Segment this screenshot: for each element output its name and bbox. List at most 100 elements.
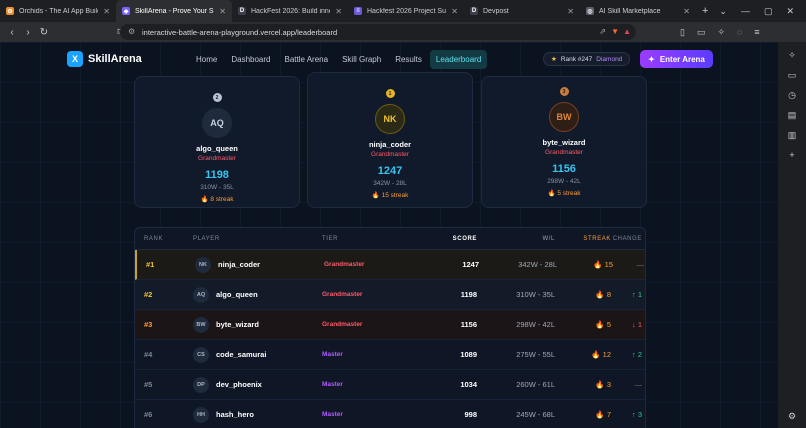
side-tabs-icon[interactable]: ▭ bbox=[788, 70, 797, 81]
tab-close-icon[interactable]: ✕ bbox=[103, 7, 110, 16]
minimize-button[interactable]: — bbox=[741, 6, 750, 16]
player-name[interactable]: hash_hero bbox=[216, 410, 254, 419]
nav-skill-graph[interactable]: Skill Graph bbox=[336, 50, 387, 69]
tier-cell: Grandmaster bbox=[324, 261, 365, 268]
column-header: CHANGE bbox=[612, 235, 642, 242]
player-score: 1198 bbox=[205, 169, 229, 181]
maximize-button[interactable]: ▢ bbox=[764, 6, 773, 17]
table-row[interactable]: #1 NK ninja_coder Grandmaster 1247 342W - 28L… bbox=[135, 250, 645, 280]
share-icon[interactable]: ⇗ bbox=[599, 27, 606, 36]
side-history-icon[interactable]: ◷ bbox=[788, 90, 796, 101]
browser-tab[interactable]: ✿ Orchids - The AI App Builder ✕ bbox=[0, 0, 116, 22]
player-record: 342W - 28L bbox=[373, 180, 407, 187]
player-name[interactable]: algo_queen bbox=[216, 290, 258, 299]
sparkle-icon: ✦ bbox=[648, 54, 655, 64]
enter-arena-label: Enter Arena bbox=[659, 54, 705, 64]
side-settings-icon[interactable]: ⚙ bbox=[788, 411, 796, 422]
brave-shield-icon[interactable]: ▼ bbox=[611, 27, 619, 36]
tab-close-icon[interactable]: ✕ bbox=[219, 7, 226, 16]
record-cell: 245W - 68L bbox=[516, 410, 555, 419]
wallet-icon[interactable]: ▭ bbox=[697, 27, 706, 38]
side-add-icon[interactable]: + bbox=[789, 150, 794, 160]
fire-icon: 🔥 bbox=[595, 380, 607, 389]
table-row[interactable]: #6 HH hash_hero Master 998 245W - 68L 🔥 7 ↑ 3 bbox=[135, 400, 645, 428]
column-header: TIER bbox=[322, 235, 339, 242]
table-row[interactable]: #5 DP dev_phoenix Master 1034 260W - 61L 🔥 3 — bbox=[135, 370, 645, 400]
enter-arena-button[interactable]: ✦ Enter Arena bbox=[640, 50, 713, 68]
new-tab-button[interactable]: + bbox=[696, 5, 714, 17]
tab-title: SkillArena - Prove Your Skill bbox=[135, 7, 215, 15]
tab-close-icon[interactable]: ✕ bbox=[451, 7, 458, 16]
tier-cell: Grandmaster bbox=[322, 291, 363, 298]
url-field[interactable]: ⚙ interactive-battle-arena-playground.ve… bbox=[120, 24, 636, 40]
column-header: W/L bbox=[542, 235, 555, 242]
browser-tab[interactable]: ◆ SkillArena - Prove Your Skill ✕ bbox=[116, 0, 232, 22]
tab-title: AI Skill Marketplace bbox=[599, 7, 661, 15]
menu-icon[interactable]: ≡ bbox=[754, 27, 759, 37]
player-tier: Grandmaster bbox=[198, 155, 236, 162]
streak-label: 8 streak bbox=[210, 196, 234, 203]
tab-search-icon[interactable]: ⌄ bbox=[719, 6, 727, 17]
player-cell: BW byte_wizard bbox=[193, 316, 322, 333]
streak-cell: 🔥 12 bbox=[555, 350, 611, 359]
fire-icon: 🔥 bbox=[595, 410, 607, 419]
tab-title: Hackfest 2026 Project Submissi bbox=[367, 7, 446, 15]
url-text: interactive-battle-arena-playground.verc… bbox=[142, 27, 338, 37]
player-name[interactable]: dev_phoenix bbox=[216, 380, 262, 389]
record-cell: 298W - 42L bbox=[516, 320, 555, 329]
player-avatar: BW bbox=[193, 316, 209, 333]
side-bookmarks-icon[interactable]: ▤ bbox=[788, 110, 797, 121]
sidebar-toggle-icon[interactable]: ▯ bbox=[680, 27, 685, 38]
podium-card[interactable]: 3 BW byte_wizard Grandmaster 1156 298W - 42L 🔥… bbox=[481, 76, 647, 208]
side-reading-icon[interactable]: ▥ bbox=[788, 130, 797, 141]
player-cell: AQ algo_queen bbox=[193, 286, 322, 303]
score-cell: 998 bbox=[464, 410, 477, 419]
side-leo-icon[interactable]: ✧ bbox=[788, 50, 796, 61]
forward-button[interactable]: › bbox=[20, 27, 36, 38]
browser-tab-bar: ✿ Orchids - The AI App Builder ✕ ◆ SkillAren… bbox=[0, 0, 806, 22]
table-body: #1 NK ninja_coder Grandmaster 1247 342W - 28L… bbox=[135, 250, 645, 428]
tab-favicon: ✿ bbox=[6, 7, 14, 15]
tab-close-icon[interactable]: ✕ bbox=[567, 7, 574, 16]
browser-tab[interactable]: ◎ AI Skill Marketplace ✕ bbox=[580, 0, 696, 22]
table-row[interactable]: #2 AQ algo_queen Grandmaster 1198 310W - 35L 🔥… bbox=[135, 280, 645, 310]
browser-tab[interactable]: ≡ Hackfest 2026 Project Submissi ✕ bbox=[348, 0, 464, 22]
site-info-icon[interactable]: ⚙ bbox=[128, 27, 135, 36]
tier-cell: Master bbox=[322, 381, 343, 388]
streak-cell: 🔥 7 bbox=[555, 410, 611, 419]
logo-mark: X bbox=[67, 51, 83, 67]
change-cell: — bbox=[634, 380, 643, 389]
browser-tab[interactable]: D Devpost ✕ bbox=[464, 0, 580, 22]
logo[interactable]: X SkillArena bbox=[67, 51, 142, 67]
tier-cell: Master bbox=[322, 351, 343, 358]
tab-close-icon[interactable]: ✕ bbox=[683, 7, 690, 16]
table-row[interactable]: #4 CS code_samurai Master 1089 275W - 55L 🔥 12… bbox=[135, 340, 645, 370]
close-window-button[interactable]: ✕ bbox=[786, 6, 794, 17]
podium-card[interactable]: 1 NK ninja_coder Grandmaster 1247 342W - 28L 🔥… bbox=[307, 72, 473, 208]
tier-cell: Grandmaster bbox=[322, 321, 363, 328]
ai-icon[interactable]: ✧ bbox=[717, 27, 725, 38]
nav-leaderboard[interactable]: Leaderboard bbox=[429, 50, 488, 69]
player-record: 298W - 42L bbox=[547, 178, 581, 185]
player-cell: CS code_samurai bbox=[193, 346, 322, 363]
browser-tab[interactable]: D HackFest 2026: Build innovative ✕ bbox=[232, 0, 348, 22]
vpn-icon[interactable]: ◌ bbox=[737, 27, 742, 37]
column-header: PLAYER bbox=[193, 235, 220, 242]
podium-card[interactable]: 2 AQ algo_queen Grandmaster 1198 310W - 35L 🔥 … bbox=[134, 76, 300, 208]
nav-dashboard[interactable]: Dashboard bbox=[225, 50, 276, 69]
player-name[interactable]: byte_wizard bbox=[216, 320, 259, 329]
streak-value: 12 bbox=[602, 350, 611, 359]
nav-home[interactable]: Home bbox=[190, 50, 223, 69]
rewards-icon[interactable]: ▲ bbox=[623, 27, 631, 36]
nav-battle-arena[interactable]: Battle Arena bbox=[278, 50, 334, 69]
player-name[interactable]: ninja_coder bbox=[218, 260, 260, 269]
player-avatar: CS bbox=[193, 346, 209, 363]
table-row[interactable]: #3 BW byte_wizard Grandmaster 1156 298W - 42L… bbox=[135, 310, 645, 340]
change-cell: ↓ 1 bbox=[631, 320, 642, 329]
player-name[interactable]: code_samurai bbox=[216, 350, 266, 359]
nav-results[interactable]: Results bbox=[389, 50, 428, 69]
back-button[interactable]: ‹ bbox=[4, 27, 20, 38]
reload-button[interactable]: ↻ bbox=[36, 27, 52, 38]
change-cell: ↑ 3 bbox=[631, 410, 642, 419]
tab-close-icon[interactable]: ✕ bbox=[335, 7, 342, 16]
